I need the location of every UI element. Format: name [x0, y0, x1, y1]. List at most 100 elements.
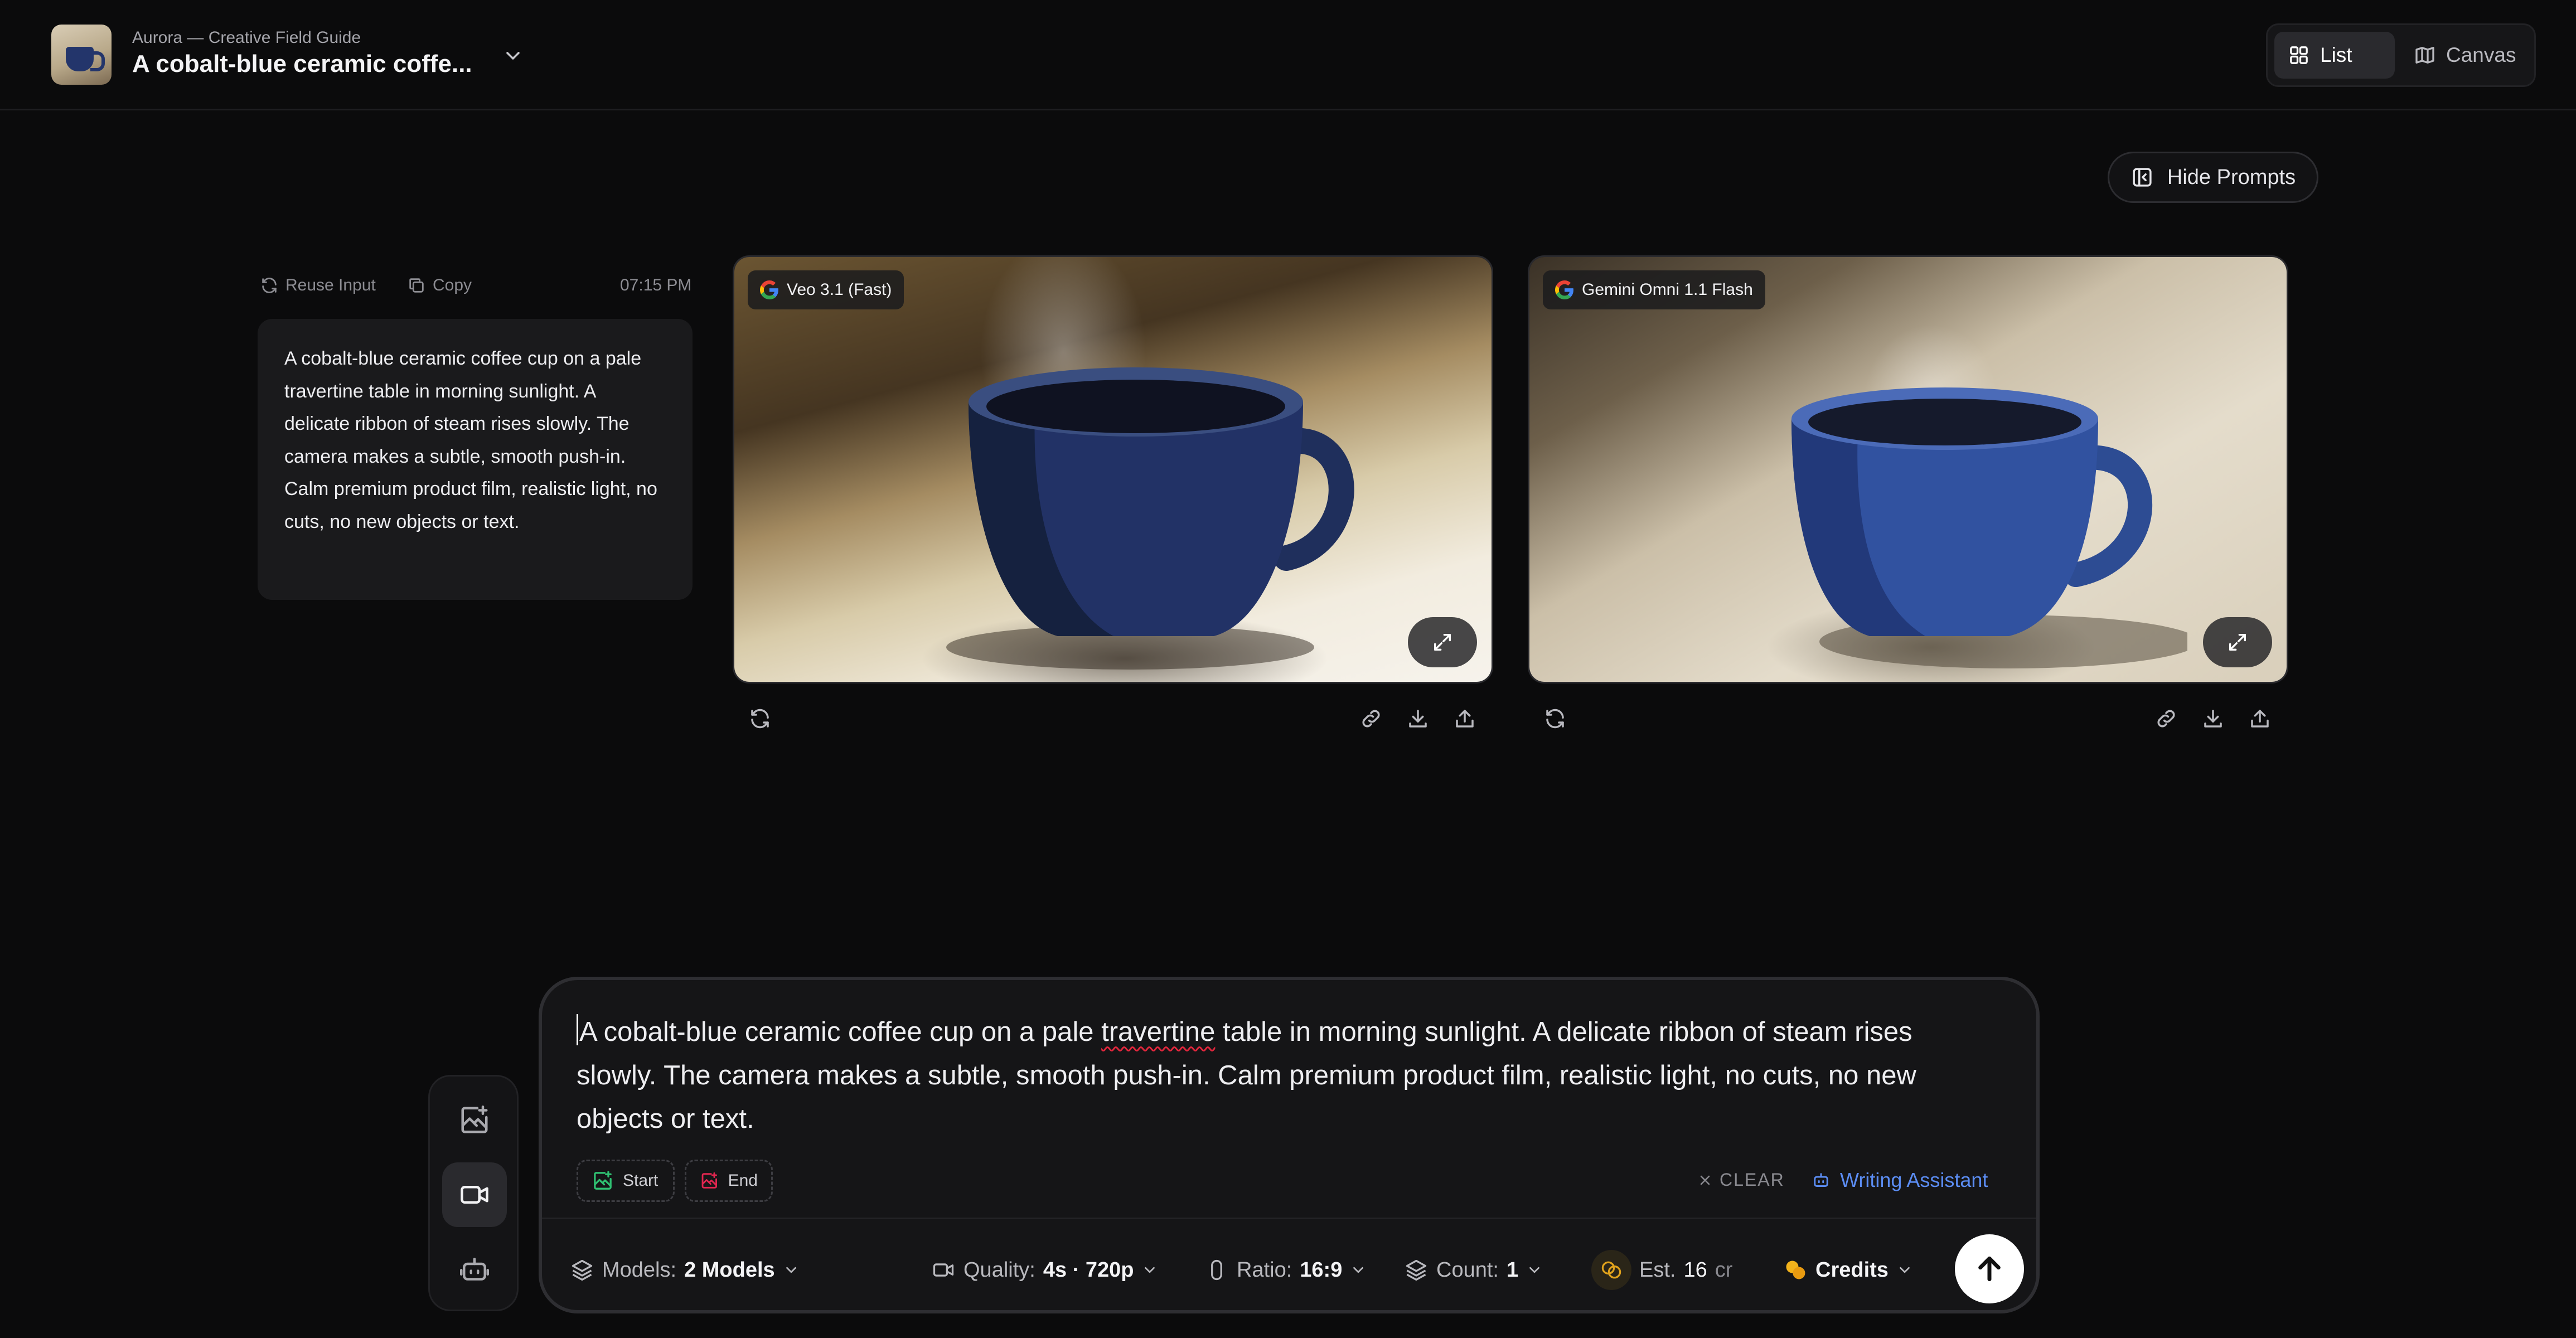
quality-selector[interactable]: Quality: 4s · 720p [931, 1247, 1158, 1293]
link-icon [2157, 710, 2175, 728]
text-caret [577, 1014, 578, 1045]
quality-value: 4s · 720p [1043, 1258, 1134, 1282]
copy-link-button[interactable] [1356, 704, 1386, 734]
chevron-down-icon[interactable] [502, 45, 524, 67]
cost-estimate: Est. 16 cr [1591, 1247, 1732, 1293]
download-button[interactable] [1403, 704, 1433, 734]
ratio-selector[interactable]: Ratio: 16:9 [1204, 1247, 1367, 1293]
google-icon [760, 280, 778, 299]
refresh-icon [1546, 709, 1564, 729]
start-frame-label: Start [623, 1171, 658, 1190]
view-canvas-label: Canvas [2446, 43, 2516, 66]
expand-icon [1434, 634, 1451, 651]
layers-icon [572, 1259, 593, 1281]
result-video-1[interactable]: Veo 3.1 (Fast) [733, 255, 1493, 683]
count-label: Count: [1436, 1258, 1499, 1282]
copy-link-button[interactable] [2151, 704, 2181, 734]
composer-divider [542, 1218, 2036, 1219]
spellcheck-word: travertine [1101, 1017, 1216, 1047]
writing-assistant-label: Writing Assistant [1840, 1169, 1988, 1191]
credits-label: Credits [1815, 1258, 1889, 1282]
video-mode-button[interactable] [442, 1162, 507, 1227]
prompt-timestamp: 07:15 PM [620, 276, 692, 294]
refresh-icon [751, 709, 769, 729]
ratio-value: 16:9 [1300, 1258, 1343, 1282]
coffee-cup-illustration [1791, 387, 2187, 668]
regenerate-button[interactable] [1540, 704, 1570, 734]
quality-label: Quality: [963, 1258, 1035, 1282]
chevron-down-icon [1529, 1267, 1539, 1273]
prompt-text-card: A cobalt-blue ceramic coffee cup on a pa… [258, 319, 693, 600]
ratio-label: Ratio: [1237, 1258, 1292, 1282]
models-selector[interactable]: Models: 2 Models [570, 1247, 800, 1293]
download-icon [2204, 710, 2222, 728]
end-frame-label: End [728, 1171, 758, 1190]
image-plus-icon [594, 1171, 612, 1190]
result-video-2[interactable]: Gemini Omni 1.1 Flash [1528, 255, 2288, 683]
image-plus-icon [701, 1172, 718, 1189]
arrow-up-icon [1978, 1256, 2001, 1282]
hide-prompts-button[interactable]: Hide Prompts [2108, 152, 2318, 203]
prompt-textarea[interactable]: A cobalt-blue ceramic coffee cup on a pa… [577, 1010, 1926, 1141]
project-subtitle: Aurora — Creative Field Guide [132, 28, 361, 47]
agent-mode-button[interactable] [442, 1237, 507, 1302]
robot-icon [1814, 1173, 1828, 1187]
copy-label: Copy [433, 276, 472, 294]
robot-icon [460, 1258, 489, 1281]
download-button[interactable] [2198, 704, 2228, 734]
estimate-unit: cr [1715, 1258, 1733, 1282]
estimate-label: Est. [1639, 1258, 1676, 1282]
expand-button[interactable] [1408, 617, 1477, 667]
clear-button[interactable]: CLEAR [1697, 1170, 1785, 1190]
chevron-down-icon [786, 1267, 796, 1273]
model-badge-1: Veo 3.1 (Fast) [748, 270, 904, 309]
submit-button[interactable] [1955, 1234, 2024, 1303]
chevron-down-icon [1900, 1267, 1910, 1273]
regenerate-button[interactable] [745, 704, 775, 734]
share-button[interactable] [1450, 704, 1480, 734]
coffee-cup-illustration [946, 367, 1354, 670]
copy-button[interactable]: Copy [407, 273, 472, 298]
aspect-ratio-icon [1211, 1259, 1222, 1281]
download-icon [1409, 710, 1427, 728]
view-canvas-button[interactable]: Canvas [2400, 32, 2530, 79]
reuse-input-button[interactable]: Reuse Input [260, 273, 376, 298]
view-list-button[interactable]: List [2274, 32, 2395, 79]
models-value: 2 Models [684, 1258, 775, 1282]
project-thumbnail[interactable] [51, 25, 112, 85]
models-label: Models: [602, 1258, 677, 1282]
coins-icon [1786, 1261, 1805, 1279]
image-mode-button[interactable] [442, 1088, 507, 1152]
project-title[interactable]: A cobalt-blue ceramic coffe... [132, 50, 472, 78]
layers-icon [1406, 1259, 1427, 1281]
map-icon [2415, 47, 2434, 64]
prompt-text-part: A cobalt-blue ceramic coffee cup on a pa… [579, 1017, 1102, 1047]
chevron-down-icon [1353, 1267, 1364, 1273]
chevron-down-icon [1145, 1267, 1155, 1273]
video-camera-icon [461, 1186, 488, 1204]
view-list-label: List [2320, 43, 2352, 66]
model-badge-label: Gemini Omni 1.1 Flash [1582, 280, 1753, 299]
model-badge-label: Veo 3.1 (Fast) [787, 280, 892, 299]
link-icon [1362, 710, 1380, 728]
count-value: 1 [1506, 1258, 1519, 1282]
start-frame-button[interactable]: Start [577, 1160, 675, 1202]
panel-collapse-icon [2133, 168, 2152, 187]
hide-prompts-label: Hide Prompts [2167, 165, 2296, 189]
grid-icon [2290, 46, 2308, 64]
share-icon [1456, 710, 1474, 728]
video-camera-icon [933, 1263, 954, 1277]
count-selector[interactable]: Count: 1 [1404, 1247, 1543, 1293]
reuse-input-label: Reuse Input [285, 276, 376, 294]
credits-selector[interactable]: Credits [1783, 1247, 1913, 1293]
writing-assistant-button[interactable]: Writing Assistant [1811, 1169, 1988, 1192]
share-button[interactable] [2245, 704, 2275, 734]
expand-button[interactable] [2203, 617, 2272, 667]
result-actions-2 [1528, 704, 2288, 737]
end-frame-button[interactable]: End [685, 1160, 773, 1202]
share-icon [2251, 710, 2269, 728]
copy-icon [409, 278, 424, 293]
estimate-value: 16 [1683, 1258, 1707, 1282]
refresh-icon [262, 278, 277, 293]
prompt-composer: A cobalt-blue ceramic coffee cup on a pa… [539, 977, 2040, 1313]
